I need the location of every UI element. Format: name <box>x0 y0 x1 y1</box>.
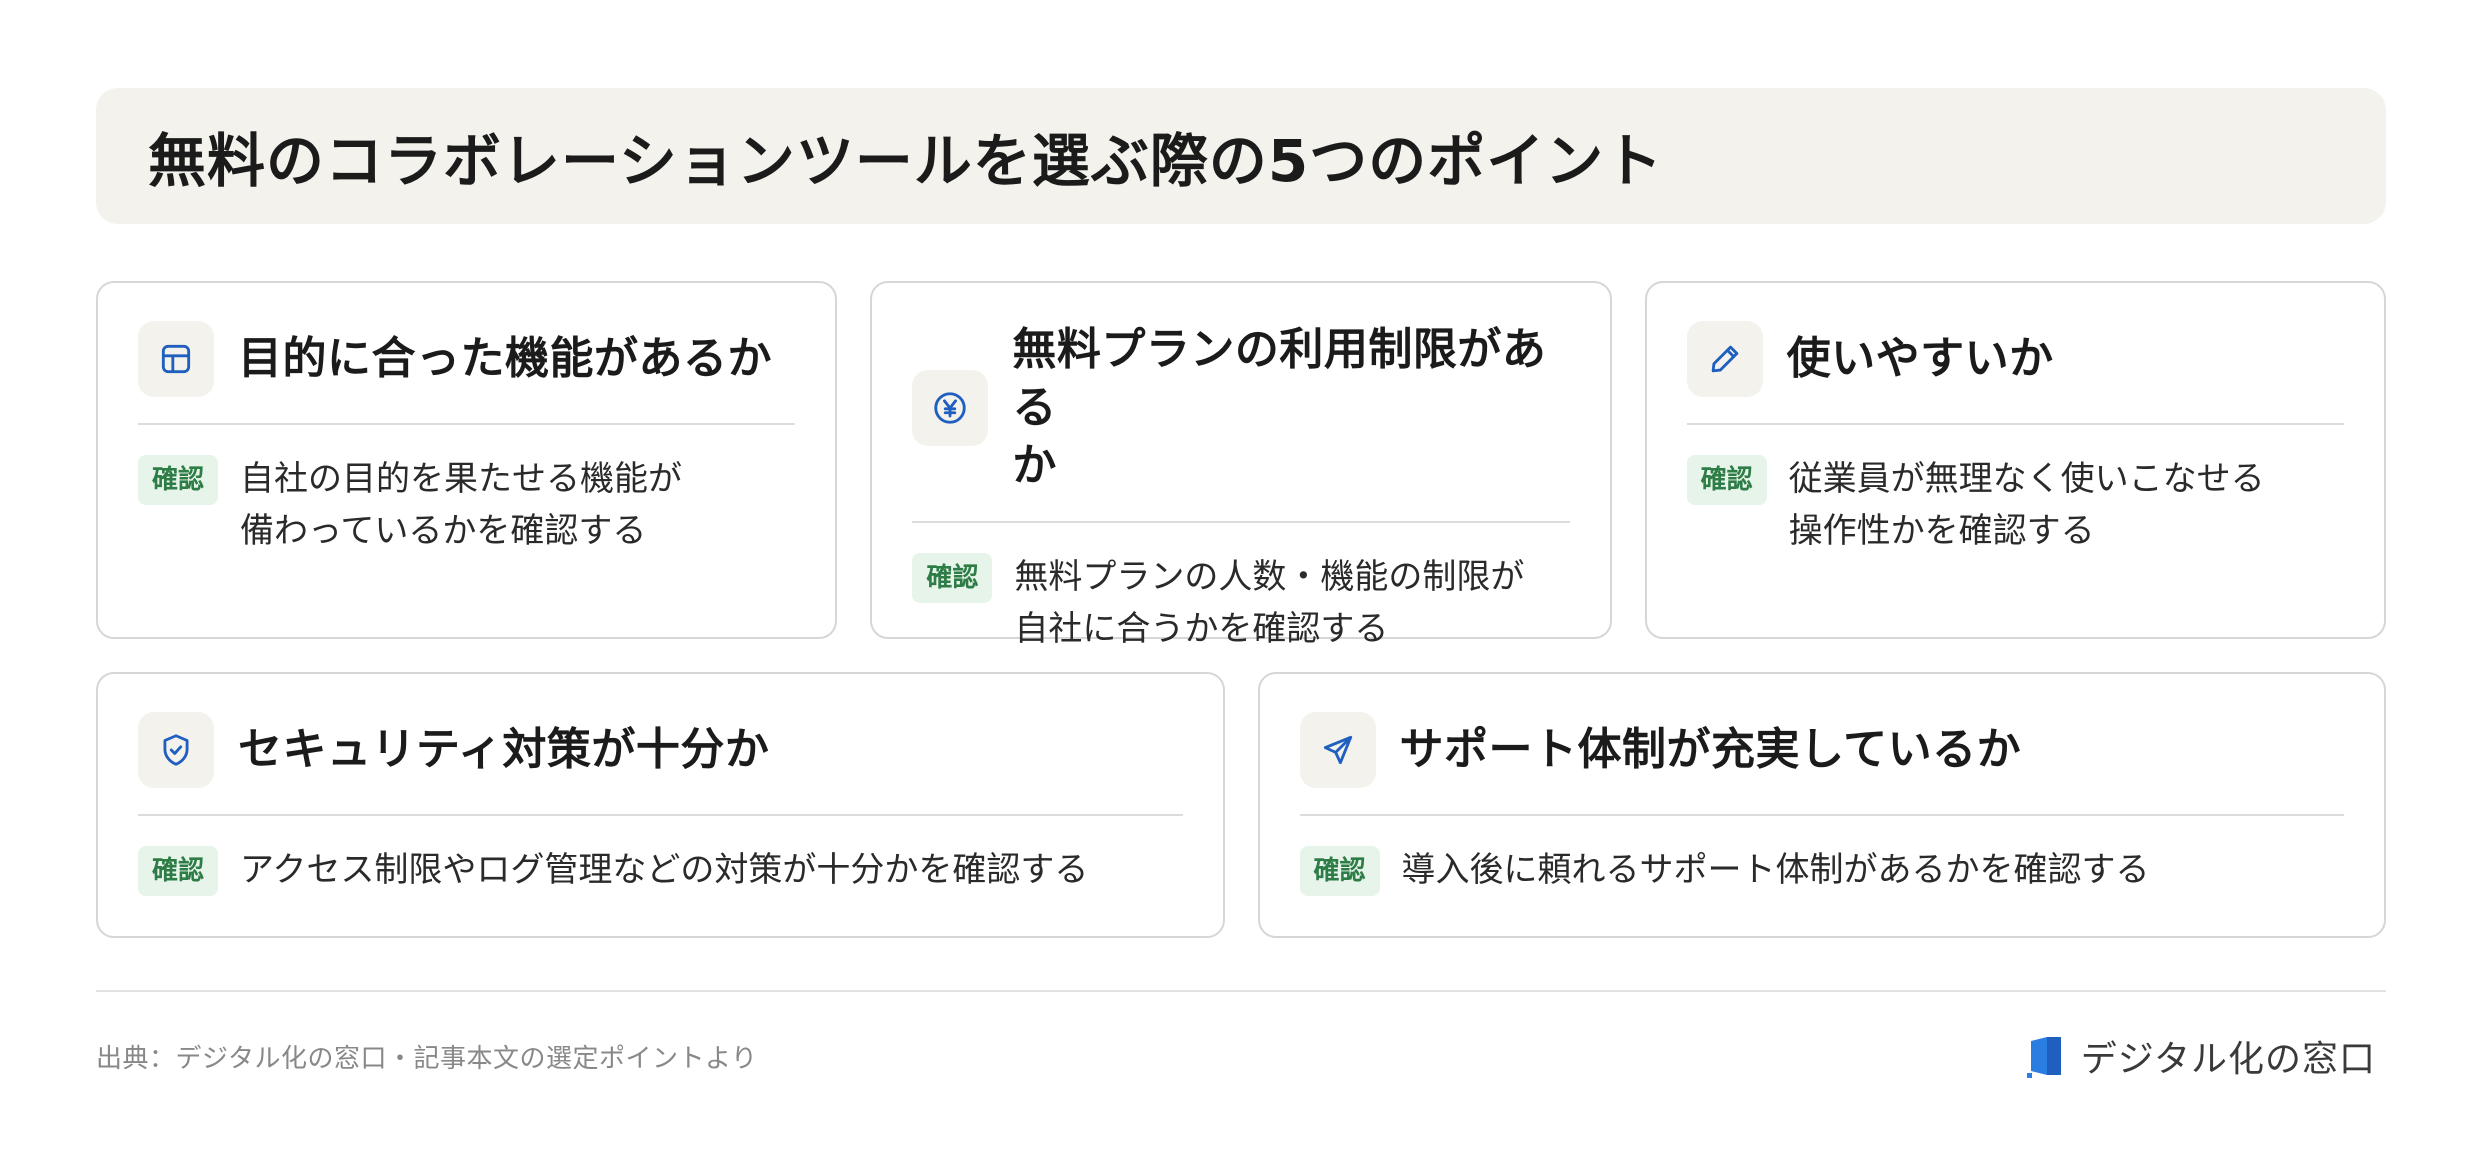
card-description: 導入後に頼れるサポート体制があるかを確認する <box>1401 850 2150 890</box>
card-title: サポート体制が充実しているか <box>1399 724 2022 775</box>
confirm-badge: 確認 <box>1299 846 1380 896</box>
card-title: セキュリティ対策が十分か <box>238 724 770 775</box>
card-description: 従業員が無理なく使いこなせる 操作性かを確認する <box>1788 459 2265 551</box>
card-description: 無料プランの人数・機能の制限が 自社に合うかを確認する <box>1014 557 1525 649</box>
footer: 出典：デジタル化の窓口・記事本文の選定ポイントより デジタル化の窓口 <box>96 1030 2386 1082</box>
card-body: 確認 アクセス制限やログ管理などの対策が十分かを確認する <box>138 844 1183 896</box>
confirm-badge: 確認 <box>138 846 219 896</box>
card-body: 確認 従業員が無理なく使いこなせる 操作性かを確認する <box>1686 453 2344 557</box>
card-header: 目的に合った機能があるか <box>138 321 796 425</box>
footer-divider <box>96 990 2386 992</box>
card-description: 自社の目的を果たせる機能が 備わっているかを確認する <box>240 459 683 551</box>
card-description: アクセス制限やログ管理などの対策が十分かを確認する <box>240 850 1089 890</box>
brand-name: デジタル化の窓口 <box>2080 1039 2376 1080</box>
confirm-badge: 確認 <box>1686 455 1767 505</box>
infographic-page: 無料のコラボレーションツールを選ぶ際の5つのポイント 目的に合った機能があるか … <box>96 88 2386 1082</box>
card-title: 無料プランの利用制限がある か <box>1012 324 1547 491</box>
cards-row-2: セキュリティ対策が十分か 確認 アクセス制限やログ管理などの対策が十分かを確認す… <box>96 672 2386 938</box>
send-icon <box>1299 712 1376 788</box>
source-note: 出典：デジタル化の窓口・記事本文の選定ポイントより <box>96 1043 758 1074</box>
brand-logo-icon <box>2025 1033 2067 1079</box>
card-header: セキュリティ対策が十分か <box>138 712 1183 816</box>
yen-circle-icon <box>912 370 989 446</box>
cards-row-1: 目的に合った機能があるか 確認 自社の目的を果たせる機能が 備わっているかを確認… <box>96 281 2386 649</box>
point-card-security: セキュリティ対策が十分か 確認 アクセス制限やログ管理などの対策が十分かを確認す… <box>96 672 1225 938</box>
confirm-badge: 確認 <box>912 553 993 603</box>
page-title: 無料のコラボレーションツールを選ぶ際の5つのポイント <box>148 127 1664 195</box>
pencil-icon <box>1686 321 1763 397</box>
point-card-usability: 使いやすいか 確認 従業員が無理なく使いこなせる 操作性かを確認する <box>1644 281 2386 639</box>
point-card-free-plan-limits: 無料プランの利用制限がある か 確認 無料プランの人数・機能の制限が 自社に合う… <box>870 281 1612 649</box>
shield-check-icon <box>138 712 214 788</box>
card-body: 確認 無料プランの人数・機能の制限が 自社に合うかを確認する <box>912 551 1569 655</box>
point-card-support: サポート体制が充実しているか 確認 導入後に頼れるサポート体制があるかを確認する <box>1257 672 2386 938</box>
layout-grid-icon <box>138 321 214 397</box>
title-bar: 無料のコラボレーションツールを選ぶ際の5つのポイント <box>96 88 2386 224</box>
card-body: 確認 自社の目的を果たせる機能が 備わっているかを確認する <box>138 453 795 557</box>
point-card-features: 目的に合った機能があるか 確認 自社の目的を果たせる機能が 備わっているかを確認… <box>96 281 838 639</box>
card-header: 無料プランの利用制限がある か <box>912 321 1570 523</box>
card-title: 使いやすいか <box>1786 333 2054 384</box>
card-body: 確認 導入後に頼れるサポート体制があるかを確認する <box>1299 844 2345 896</box>
brand: デジタル化の窓口 <box>2025 1030 2376 1082</box>
card-header: 使いやすいか <box>1686 321 2344 425</box>
card-header: サポート体制が充実しているか <box>1299 712 2344 816</box>
confirm-badge: 確認 <box>138 455 219 505</box>
card-title: 目的に合った機能があるか <box>238 333 772 384</box>
